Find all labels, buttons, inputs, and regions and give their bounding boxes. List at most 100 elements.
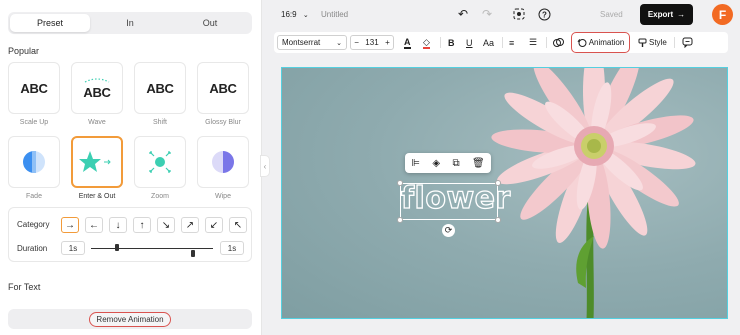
direction-right-button[interactable]: → — [61, 217, 79, 233]
for-text-heading: For Text — [8, 282, 41, 292]
text-format-toolbar: Montserrat ⌄ − 131 + A ◇ B U Aa ≡ ☰ Anim… — [274, 32, 728, 53]
duration-start-input[interactable]: 1s — [61, 241, 85, 255]
decrease-size-button[interactable]: − — [354, 38, 359, 47]
font-family-value: Montserrat — [282, 38, 321, 47]
underline-icon[interactable]: U — [466, 35, 473, 50]
toolbar-divider — [502, 37, 503, 48]
preset-enter-out[interactable] — [71, 136, 123, 188]
duration-start-handle[interactable] — [115, 244, 120, 251]
animation-icon — [577, 38, 587, 47]
preset-preview-text: ABC — [146, 80, 174, 96]
element-actions-toolbar: ⊫ ◈ ⧉ 🗑 — [405, 153, 491, 173]
export-button[interactable]: Export → — [640, 4, 693, 25]
duration-slider[interactable] — [91, 244, 213, 257]
category-label: Category — [17, 220, 50, 229]
preset-label: Shift — [152, 119, 167, 126]
duplicate-icon[interactable]: ⧉ — [452, 158, 459, 169]
text-case-icon[interactable]: Aa — [483, 35, 494, 50]
undo-icon[interactable]: ↶ — [455, 6, 471, 22]
direction-left-button[interactable]: ← — [85, 217, 103, 233]
align-center-icon[interactable]: ≡ — [509, 35, 514, 50]
preset-label: Fade — [26, 193, 42, 200]
preset-preview-text: ABC — [20, 80, 48, 96]
preset-label: Scale Up — [19, 119, 49, 126]
bold-icon[interactable]: B — [448, 35, 455, 50]
preset-shift[interactable]: ABC — [134, 62, 186, 114]
toolbar-divider — [440, 37, 441, 48]
canvas-text-flower[interactable]: flower — [400, 180, 511, 216]
comment-icon[interactable] — [682, 35, 693, 50]
direction-up-button[interactable]: ↑ — [133, 217, 151, 233]
text-color-icon[interactable]: A — [404, 35, 411, 50]
style-button[interactable]: Style — [638, 35, 667, 50]
preset-fade[interactable] — [8, 136, 60, 188]
document-title[interactable]: Untitled — [321, 10, 348, 19]
export-label: Export — [647, 10, 674, 19]
preset-label: Glossy Blur — [205, 119, 241, 126]
preset-wave[interactable]: ABC — [71, 62, 123, 114]
font-size-stepper[interactable]: − 131 + — [350, 35, 394, 50]
direction-down-button[interactable]: ↓ — [109, 217, 127, 233]
preset-preview-text: ABC — [209, 80, 237, 96]
duration-label: Duration — [17, 244, 48, 253]
svg-text:?: ? — [542, 10, 547, 19]
help-icon[interactable]: ? — [536, 6, 552, 22]
increase-size-button[interactable]: + — [385, 38, 390, 47]
preset-preview-text: ABC — [83, 85, 111, 100]
rotate-icon[interactable]: ⟳ — [442, 224, 455, 237]
arrow-right-icon: → — [677, 10, 686, 19]
preset-label: Enter & Out — [78, 193, 116, 200]
effects-icon[interactable] — [553, 35, 564, 50]
resize-handle[interactable] — [397, 217, 403, 223]
preset-scale-up[interactable]: ABC — [8, 62, 60, 114]
preset-label: Wipe — [215, 193, 231, 200]
wipe-icon — [212, 151, 234, 173]
remove-animation-button[interactable]: Remove Animation — [89, 311, 171, 327]
remove-animation-bar: Remove Animation — [8, 309, 252, 329]
highlight-color-icon[interactable]: ◇ — [423, 35, 430, 50]
font-size-value[interactable]: 131 — [365, 38, 378, 47]
zoom-icon — [149, 151, 171, 173]
save-status: Saved — [600, 10, 623, 19]
preset-wipe[interactable] — [197, 136, 249, 188]
preview-icon[interactable] — [511, 6, 527, 22]
direction-down-right-button[interactable]: ↘ — [157, 217, 175, 233]
chevron-down-icon: ⌄ — [302, 12, 309, 19]
top-bar: 16:9 ⌄ Untitled ↶ ↷ ? Saved Export → F — [268, 0, 740, 30]
style-button-label: Style — [649, 38, 667, 47]
animation-settings: Category → ← ↓ ↑ ↘ ↗ ↙ ↖ Duration 1s 1s — [8, 207, 252, 262]
brush-icon — [638, 38, 647, 47]
aspect-ratio-value: 16:9 — [281, 10, 297, 19]
direction-up-right-button[interactable]: ↗ — [181, 217, 199, 233]
tab-preset[interactable]: Preset — [10, 14, 90, 32]
preset-zoom[interactable] — [134, 136, 186, 188]
list-icon[interactable]: ☰ — [529, 35, 537, 50]
align-icon[interactable]: ⊫ — [411, 158, 420, 169]
animation-tabs: Preset In Out — [8, 12, 252, 34]
app-logo[interactable]: F — [712, 4, 733, 25]
toolbar-divider — [674, 37, 675, 48]
popular-heading: Popular — [8, 46, 40, 56]
resize-handle[interactable] — [495, 217, 501, 223]
delete-icon[interactable]: 🗑 — [472, 158, 485, 169]
chevron-down-icon: ⌄ — [336, 39, 342, 47]
enter-out-icon — [79, 151, 111, 172]
tab-out[interactable]: Out — [170, 14, 250, 32]
collapse-panel-toggle[interactable]: ‹ — [260, 155, 270, 177]
redo-icon[interactable]: ↷ — [479, 6, 495, 22]
toolbar-divider — [546, 37, 547, 48]
fade-icon — [23, 151, 45, 173]
tab-in[interactable]: In — [90, 14, 170, 32]
direction-up-left-button[interactable]: ↖ — [229, 217, 247, 233]
animation-panel: Preset In Out Popular ABC Scale Up ABC W… — [0, 0, 262, 335]
preset-label: Wave — [88, 119, 106, 126]
font-family-select[interactable]: Montserrat ⌄ — [277, 35, 347, 50]
animation-button[interactable]: Animation — [571, 32, 630, 53]
preset-glossy-blur[interactable]: ABC — [197, 62, 249, 114]
preset-label: Zoom — [151, 193, 169, 200]
aspect-ratio-selector[interactable]: 16:9 ⌄ — [281, 10, 309, 19]
layers-icon[interactable]: ◈ — [432, 158, 440, 169]
duration-end-input[interactable]: 1s — [220, 241, 244, 255]
duration-end-handle[interactable] — [191, 250, 196, 257]
direction-down-left-button[interactable]: ↙ — [205, 217, 223, 233]
